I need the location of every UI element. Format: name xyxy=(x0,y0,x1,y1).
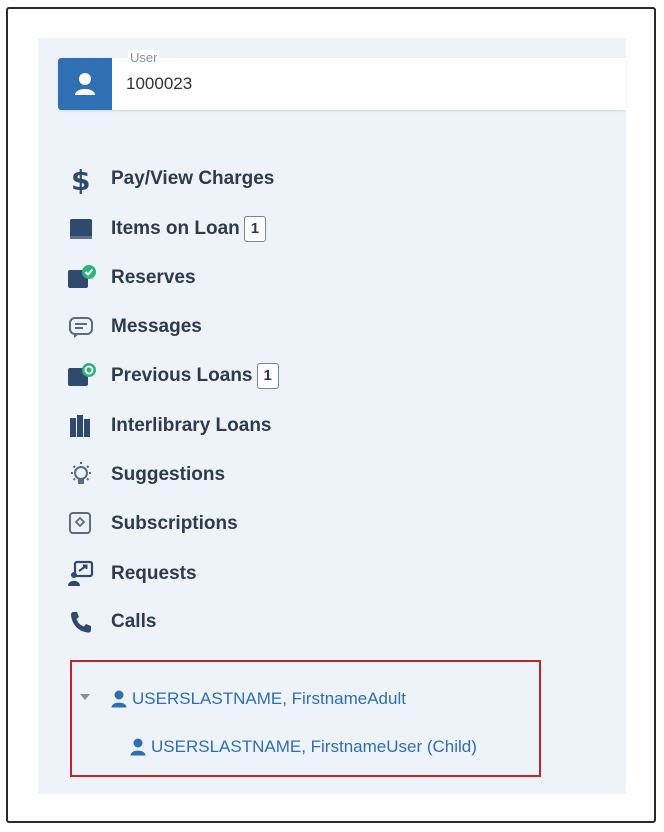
dollar-icon: $ xyxy=(66,164,100,194)
message-icon xyxy=(66,312,100,342)
menu-label: Subscriptions xyxy=(111,513,238,534)
linked-accounts-highlight xyxy=(70,660,541,777)
lightbulb-icon xyxy=(66,460,100,490)
items-on-loan-count-badge: 1 xyxy=(243,216,267,242)
menu-label: Requests xyxy=(111,563,197,584)
menu-item-previous-loans[interactable]: Previous Loans 1 xyxy=(66,359,279,393)
user-field-icon xyxy=(58,58,112,110)
menu-item-calls[interactable]: Calls xyxy=(66,605,156,639)
menu-item-interlibrary-loans[interactable]: Interlibrary Loans xyxy=(66,409,272,443)
books-icon xyxy=(66,411,100,441)
collapse-caret-icon[interactable] xyxy=(80,694,90,700)
menu-label: Pay/View Charges xyxy=(111,168,275,189)
menu-label: Calls xyxy=(111,611,157,632)
menu-item-messages[interactable]: Messages xyxy=(66,310,202,344)
account-parent[interactable]: USERSLASTNAME, FirstnameAdult xyxy=(111,689,406,709)
menu-item-pay-view-charges[interactable]: $ Pay/View Charges xyxy=(66,162,274,196)
menu-item-requests[interactable]: Requests xyxy=(66,557,197,591)
phone-icon xyxy=(66,607,100,637)
previous-loans-icon xyxy=(66,361,100,391)
request-icon xyxy=(66,559,100,589)
menu-item-suggestions[interactable]: Suggestions xyxy=(66,458,225,492)
previous-loans-count-badge: 1 xyxy=(256,363,279,389)
menu-label: Suggestions xyxy=(111,464,226,485)
user-icon xyxy=(75,73,95,95)
account-child[interactable]: USERSLASTNAME, FirstnameUser (Child) xyxy=(130,737,477,757)
user-icon xyxy=(130,738,146,756)
account-parent-name[interactable]: USERSLASTNAME, FirstnameAdult xyxy=(132,689,406,709)
svg-text:$: $ xyxy=(71,164,90,194)
menu-item-reserves[interactable]: Reserves xyxy=(66,261,196,295)
user-field-value[interactable]: 1000023 xyxy=(126,74,192,94)
menu-label: Interlibrary Loans xyxy=(111,415,272,436)
menu-label: Previous Loans xyxy=(111,365,253,386)
menu-label: Reserves xyxy=(111,267,196,288)
menu-item-items-on-loan[interactable]: Items on Loan 1 xyxy=(66,212,267,246)
menu-label: Messages xyxy=(111,316,202,337)
menu-label: Items on Loan xyxy=(111,218,240,239)
subscription-icon xyxy=(66,509,100,539)
user-icon xyxy=(111,690,127,708)
user-field-label: User xyxy=(128,50,160,65)
account-child-name[interactable]: USERSLASTNAME, FirstnameUser (Child) xyxy=(151,737,477,757)
book-icon xyxy=(66,214,100,244)
menu-item-subscriptions[interactable]: Subscriptions xyxy=(66,507,238,541)
reserve-book-icon xyxy=(66,263,100,293)
